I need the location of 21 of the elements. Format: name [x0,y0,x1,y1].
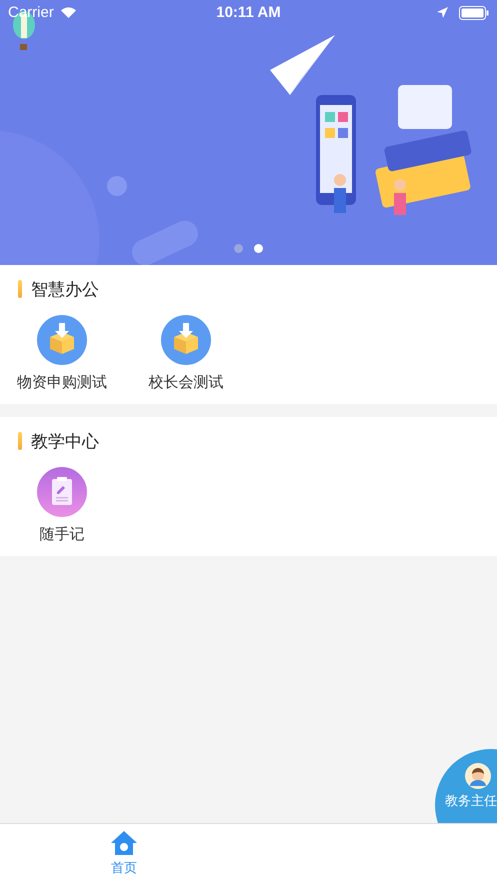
box-download-icon [37,315,87,365]
section-accent-bar [18,280,22,298]
section-title: 教学中心 [31,430,99,452]
battery-icon [458,6,489,20]
shortcut-label: 随手记 [40,525,84,544]
avatar-icon [465,763,491,789]
carrier-label: Carrier [8,4,54,21]
shortcut-label: 校长会测试 [148,373,224,392]
app-shortcut[interactable]: 物资申购测试 [0,315,124,392]
app-shortcut[interactable]: 校长会测试 [124,315,248,392]
home-icon [110,830,138,856]
section-accent-bar [18,432,22,450]
app-shortcut[interactable]: 随手记 [0,467,124,544]
box-download-icon [161,315,211,365]
shortcut-label: 物资申购测试 [17,373,107,392]
location-arrow-icon [436,6,449,19]
wifi-icon [60,6,77,19]
notepad-pencil-icon [37,467,87,517]
section-title: 智慧办公 [31,278,99,300]
status-time: 10:11 AM [215,4,282,21]
tab-label: 首页 [111,860,137,877]
